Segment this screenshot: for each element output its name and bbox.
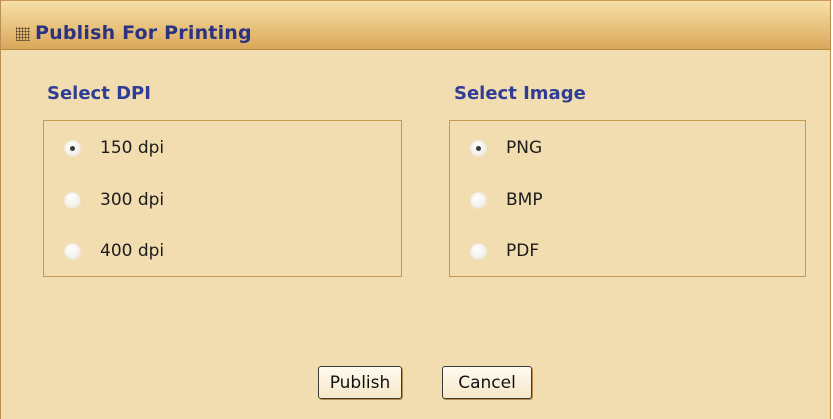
dpi-option-300[interactable]: 300 dpi	[64, 187, 164, 213]
radio-unselected-icon[interactable]	[64, 191, 81, 209]
image-section-title: Select Image	[454, 83, 586, 104]
cancel-button[interactable]: Cancel	[442, 366, 532, 399]
radio-unselected-icon[interactable]	[470, 191, 487, 209]
grip-icon	[16, 27, 30, 41]
dpi-option-150[interactable]: 150 dpi	[64, 135, 164, 161]
radio-unselected-icon[interactable]	[470, 242, 487, 260]
dpi-option-label: 400 dpi	[100, 241, 165, 261]
radio-selected-icon[interactable]	[64, 139, 81, 157]
image-option-label: PDF	[506, 241, 540, 261]
dpi-section-title: Select DPI	[47, 83, 151, 104]
publish-button[interactable]: Publish	[318, 366, 402, 399]
dialog-title: Publish For Printing	[35, 22, 252, 44]
image-option-png[interactable]: PNG	[470, 135, 542, 161]
image-option-pdf[interactable]: PDF	[470, 238, 539, 264]
image-group: PNG BMP PDF	[449, 120, 806, 277]
radio-selected-icon[interactable]	[470, 139, 487, 157]
dpi-option-label: 150 dpi	[100, 138, 165, 158]
image-option-bmp[interactable]: BMP	[470, 187, 543, 213]
dpi-group: 150 dpi 300 dpi 400 dpi	[43, 120, 402, 277]
image-option-label: PNG	[506, 138, 543, 158]
image-option-label: BMP	[506, 190, 543, 210]
radio-unselected-icon[interactable]	[64, 242, 81, 260]
dpi-option-label: 300 dpi	[100, 190, 165, 210]
publish-dialog: Publish For Printing Select DPI 150 dpi …	[0, 0, 831, 419]
dpi-option-400[interactable]: 400 dpi	[64, 238, 164, 264]
dialog-titlebar[interactable]: Publish For Printing	[1, 0, 830, 50]
